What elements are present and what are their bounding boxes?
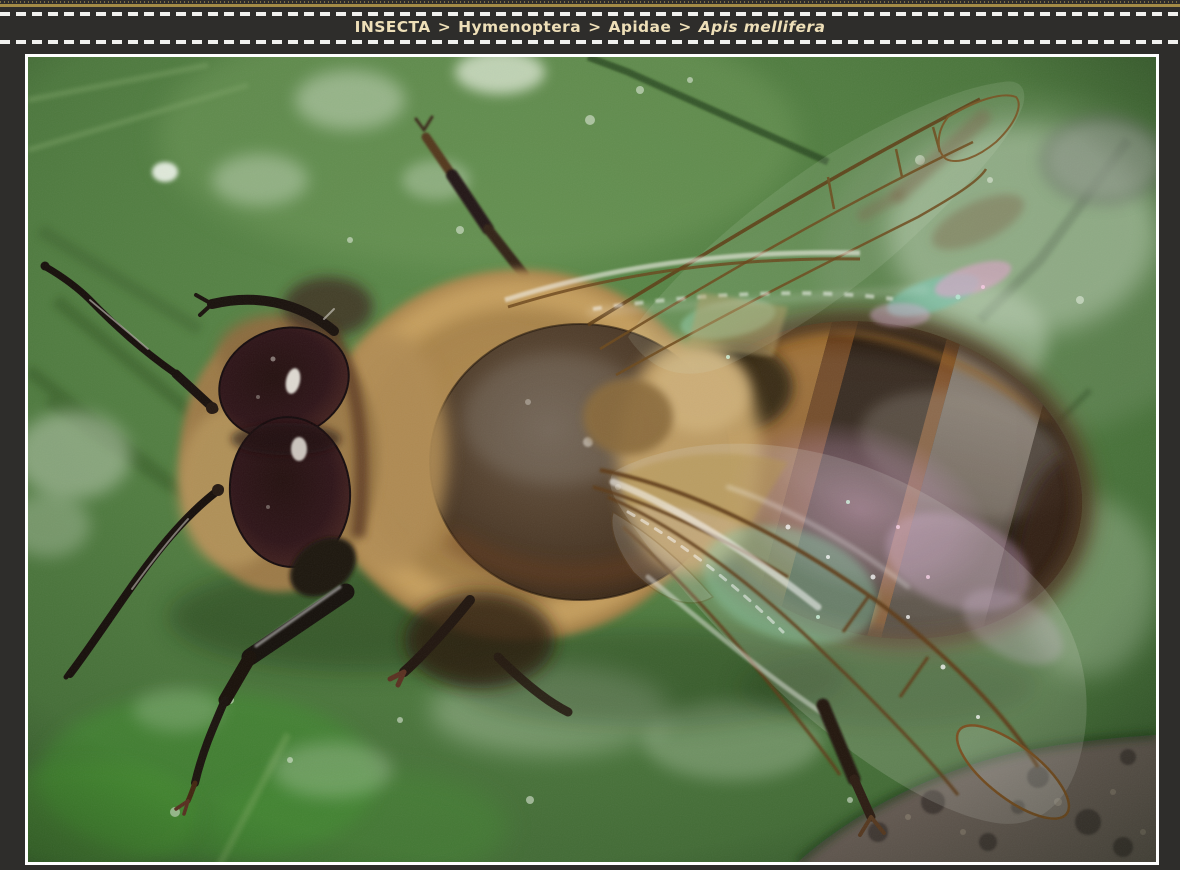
gold-rule [0, 4, 1180, 7]
breadcrumb-item-family[interactable]: Apidae [608, 18, 671, 36]
breadcrumb-separator: > [438, 18, 451, 36]
breadcrumb-separator: > [588, 18, 601, 36]
specimen-photo-frame [25, 54, 1159, 865]
breadcrumb-item-species[interactable]: Apis mellifera [699, 18, 826, 36]
photo-grain [28, 57, 1156, 862]
specimen-photo [28, 57, 1156, 862]
breadcrumb: INSECTA > Hymenoptera > Apidae > Apis mellifer… [0, 17, 1180, 37]
breadcrumb-separator: > [678, 18, 691, 36]
dashed-rule-bottom [0, 40, 1180, 44]
taxonomy-photo-page: { "header": { "breadcrumb": { "items": [… [0, 0, 1180, 870]
breadcrumb-item-class[interactable]: INSECTA [355, 18, 431, 36]
breadcrumb-item-order[interactable]: Hymenoptera [458, 18, 581, 36]
top-micro-dotted-rule [0, 1, 1180, 3]
dashed-rule-top [0, 12, 1180, 16]
